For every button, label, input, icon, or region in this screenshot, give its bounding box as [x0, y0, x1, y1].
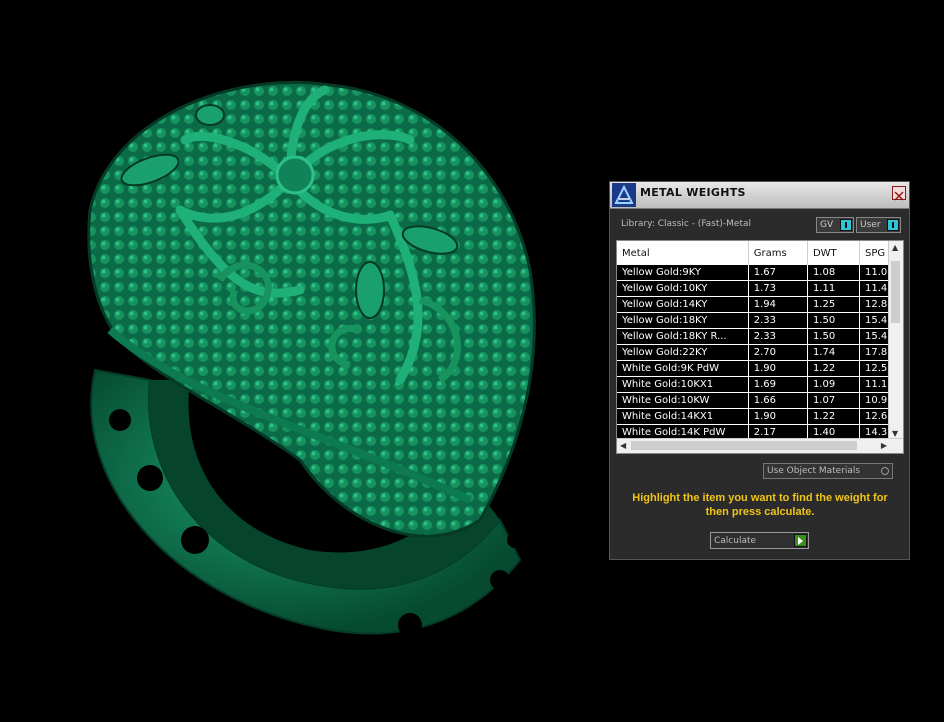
cell-metal: Yellow Gold:22KY	[617, 344, 749, 361]
use-object-materials-label: Use Object Materials	[767, 466, 861, 476]
cell-grams: 1.66	[748, 392, 808, 409]
column-header-metal[interactable]: Metal	[617, 241, 749, 265]
metal-table[interactable]: Metal Grams DWT SPG Yellow Gold:9KY 1.67 1…	[616, 240, 904, 454]
table-row[interactable]: Yellow Gold:9KY 1.67 1.08 11.08	[617, 265, 903, 281]
close-icon	[894, 191, 904, 201]
table-row[interactable]: Yellow Gold:18KY R... 2.33 1.50 15.41	[617, 328, 903, 345]
cell-metal: Yellow Gold:14KY	[617, 296, 749, 313]
gv-switch-icon	[840, 219, 852, 231]
cell-metal: Yellow Gold:18KY R...	[617, 328, 749, 345]
app-logo-icon	[612, 183, 636, 207]
library-label: Library: Classic - (Fast)-Metal	[621, 219, 752, 229]
cell-dwt: 1.74	[807, 344, 861, 361]
cell-metal: White Gold:9K PdW	[617, 360, 749, 377]
table-row[interactable]: Yellow Gold:22KY 2.70 1.74 17.89	[617, 344, 903, 361]
cell-dwt: 1.25	[807, 296, 861, 313]
cell-dwt: 1.08	[807, 265, 861, 281]
user-switch-icon	[887, 219, 899, 231]
column-header-grams[interactable]: Grams	[748, 241, 808, 265]
cell-grams: 2.33	[748, 312, 808, 329]
scroll-down-icon[interactable]: ▼	[892, 429, 898, 438]
cell-dwt: 1.22	[807, 360, 861, 377]
vertical-scroll-thumb[interactable]	[891, 261, 900, 323]
radio-icon[interactable]	[881, 467, 889, 475]
cell-grams: 1.73	[748, 280, 808, 297]
cell-dwt: 1.09	[807, 376, 861, 393]
table-row[interactable]: Yellow Gold:10KY 1.73 1.11 11.45	[617, 280, 903, 297]
calculate-label: Calculate	[714, 536, 757, 546]
panel-titlebar[interactable]: METAL WEIGHTS	[610, 182, 909, 209]
cell-grams: 1.90	[748, 360, 808, 377]
scroll-up-icon[interactable]: ▲	[892, 243, 898, 252]
metal-weights-panel: METAL WEIGHTS Library: Classic - (Fast)-…	[609, 181, 910, 560]
gv-toggle[interactable]: GV	[816, 217, 854, 233]
use-object-materials-option[interactable]: Use Object Materials	[763, 463, 893, 479]
table-row[interactable]: Yellow Gold:14KY 1.94 1.25 12.88	[617, 296, 903, 313]
cell-grams: 2.70	[748, 344, 808, 361]
column-header-dwt[interactable]: DWT	[807, 241, 861, 265]
cell-dwt: 1.11	[807, 280, 861, 297]
cell-metal: Yellow Gold:9KY	[617, 265, 749, 281]
panel-title: METAL WEIGHTS	[640, 186, 746, 199]
close-button[interactable]	[892, 186, 906, 201]
scroll-left-icon[interactable]: ◀	[620, 441, 626, 450]
cell-dwt: 1.50	[807, 312, 861, 329]
cell-grams: 2.33	[748, 328, 808, 345]
cell-metal: Yellow Gold:18KY	[617, 312, 749, 329]
cell-dwt: 1.22	[807, 408, 861, 425]
table-row[interactable]: White Gold:14KX1 1.90 1.22 12.61	[617, 408, 903, 425]
table-row[interactable]: White Gold:9K PdW 1.90 1.22 12.59	[617, 360, 903, 377]
table-row[interactable]: White Gold:10KX1 1.69 1.09 11.18	[617, 376, 903, 393]
cell-grams: 1.90	[748, 408, 808, 425]
horizontal-scrollbar[interactable]: ◀ ▶	[617, 438, 903, 453]
cell-metal: White Gold:14KX1	[617, 408, 749, 425]
table-row[interactable]: White Gold:10KW 1.66 1.07 10.99	[617, 392, 903, 409]
cell-metal: White Gold:10KW	[617, 392, 749, 409]
ring-model	[87, 80, 536, 637]
instruction-text: Highlight the item you want to find the …	[632, 492, 888, 518]
horizontal-scroll-thumb[interactable]	[631, 441, 857, 450]
cell-metal: White Gold:10KX1	[617, 376, 749, 393]
cell-grams: 1.69	[748, 376, 808, 393]
scroll-right-icon[interactable]: ▶	[881, 441, 887, 450]
gv-toggle-label: GV	[820, 220, 834, 230]
table-row[interactable]: Yellow Gold:18KY 2.33 1.50 15.41	[617, 312, 903, 329]
cell-dwt: 1.50	[807, 328, 861, 345]
calculate-button[interactable]: Calculate	[710, 532, 809, 549]
cell-dwt: 1.07	[807, 392, 861, 409]
cell-metal: Yellow Gold:10KY	[617, 280, 749, 297]
play-arrow-icon	[794, 534, 807, 547]
3d-viewport[interactable]	[0, 0, 600, 718]
cell-grams: 1.67	[748, 265, 808, 281]
user-toggle[interactable]: User	[856, 217, 901, 233]
user-toggle-label: User	[860, 220, 881, 230]
cell-grams: 1.94	[748, 296, 808, 313]
vertical-scrollbar[interactable]: ▲ ▼	[888, 241, 903, 440]
